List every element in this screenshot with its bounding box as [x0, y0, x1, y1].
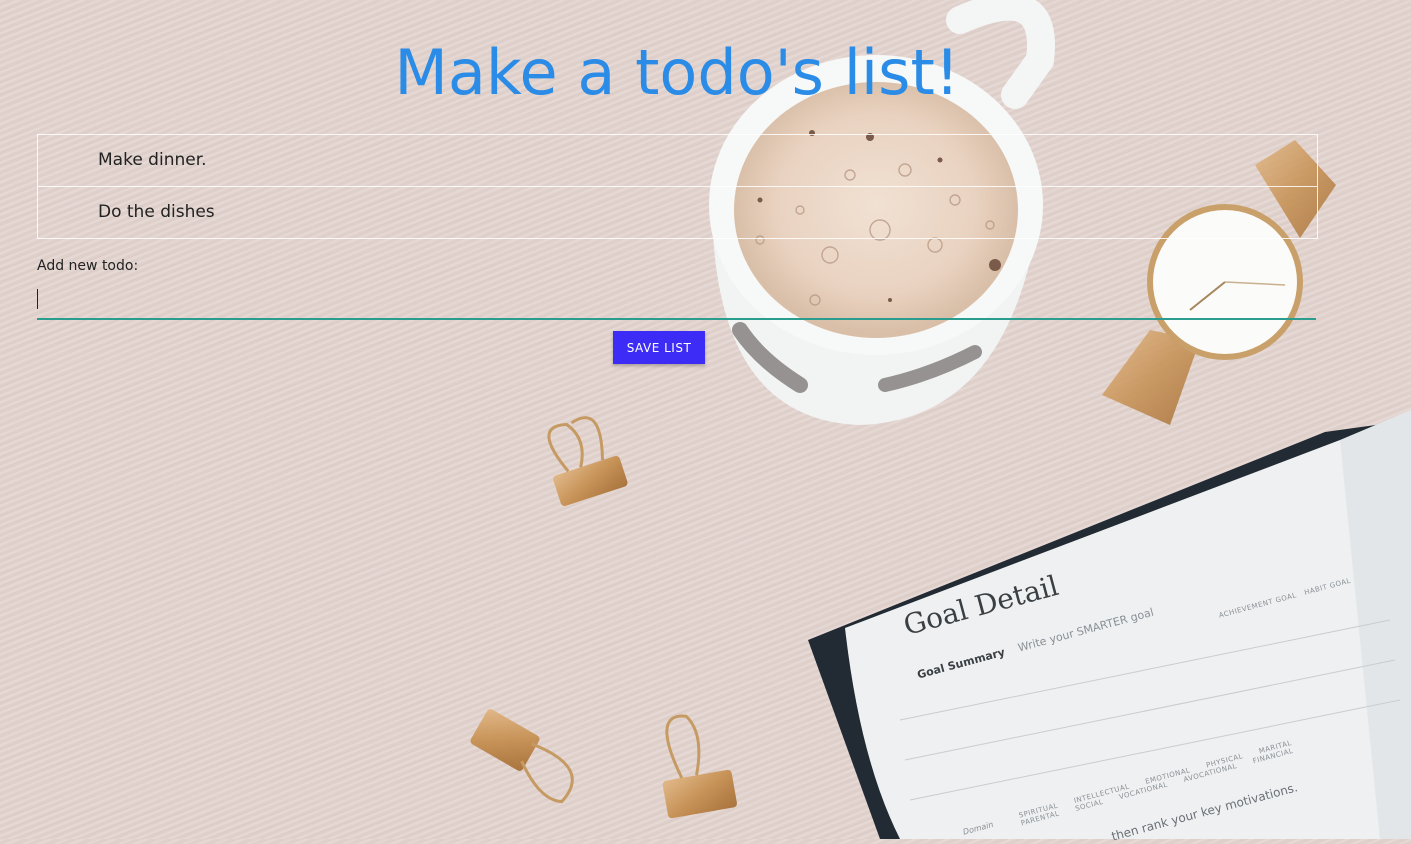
- binder-clip-3: [662, 714, 737, 819]
- add-todo-label: Add new todo:: [37, 258, 139, 274]
- todo-item[interactable]: Make dinner.: [38, 135, 1317, 187]
- save-list-button[interactable]: SAVE LIST: [613, 331, 705, 364]
- page-title: Make a todo's list!: [394, 36, 960, 109]
- add-todo-input[interactable]: [37, 284, 1316, 320]
- notebook-goal-types: ACHIEVEMENT GOAL HABIT GOAL: [1218, 577, 1352, 620]
- notebook-text: Goal Detail Goal Summary Write your SMAR…: [900, 547, 1155, 682]
- notebook-goal-type: ACHIEVEMENT GOAL: [1218, 591, 1298, 620]
- todo-item[interactable]: Do the dishes: [38, 187, 1317, 238]
- binder-clip-2: [470, 709, 574, 804]
- notebook-summary-label: Goal Summary: [915, 645, 1007, 682]
- notebook-goal-type: HABIT GOAL: [1303, 576, 1352, 597]
- text-cursor: [37, 289, 38, 309]
- todo-list: Make dinner. Do the dishes: [37, 134, 1318, 239]
- notebook-summary-prompt: Write your SMARTER goal: [1016, 605, 1156, 655]
- background-photo: [470, 0, 1411, 839]
- binder-clip-1: [547, 416, 628, 506]
- notebook-domain-label: Domain: [962, 819, 995, 837]
